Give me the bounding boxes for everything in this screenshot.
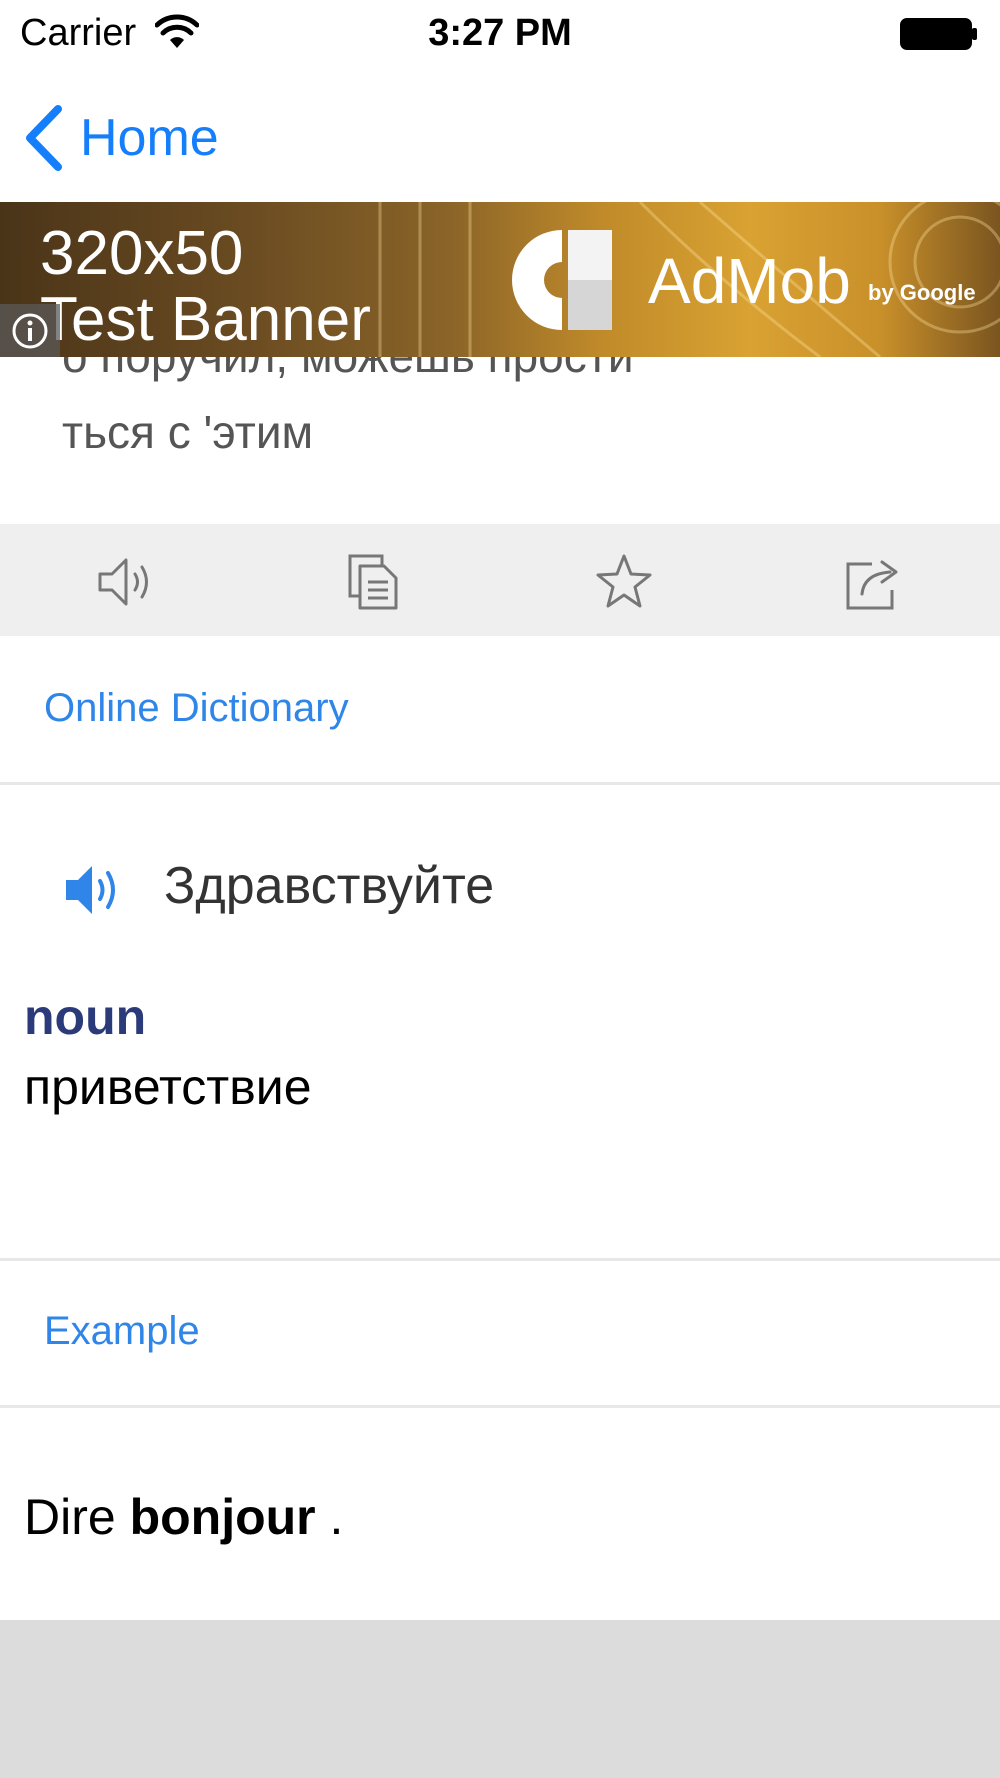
action-toolbar [0,524,1000,636]
footer-area [0,1620,1000,1778]
online-dictionary-header: Online Dictionary [0,636,1000,785]
chevron-left-icon [26,105,62,171]
navigation-bar: Home [0,70,1000,202]
copy-icon[interactable] [342,550,406,614]
pronounce-speaker-icon[interactable] [62,860,126,920]
admob-logo-icon [512,230,612,330]
example-prefix: Dire [24,1489,130,1545]
dictionary-word: Здравствуйте [164,857,495,915]
ad-size-label: 320x50 [40,219,244,288]
word-meaning: приветствие [24,1059,312,1115]
battery-icon [900,18,977,50]
speaker-icon[interactable] [94,550,158,614]
online-dictionary-title: Online Dictionary [44,686,349,730]
example-sentence: Dire bonjour . [24,1488,343,1546]
back-button[interactable]: Home [22,100,219,176]
ad-banner[interactable]: 320x50 Test Banner AdMob by Google [0,202,1000,357]
ad-info-button[interactable] [0,304,60,357]
example-highlight: bonjour [129,1489,316,1545]
back-button-label: Home [80,109,219,167]
info-icon [12,313,48,348]
status-bar: Carrier 3:27 PM [0,0,1000,70]
example-suffix: . [315,1489,344,1545]
ad-by-google-label: by Google [868,280,976,305]
translation-line: ться с 'этим [62,406,314,458]
example-header: Example [0,1258,1000,1408]
star-icon[interactable] [592,550,656,614]
part-of-speech: noun [24,989,147,1045]
share-icon[interactable] [842,550,906,614]
ad-brand-label: AdMob [648,245,851,317]
ad-title-label: Test Banner [40,285,371,354]
example-title: Example [44,1309,200,1353]
dictionary-word-row: Здравствуйте [0,840,1000,930]
status-time: 3:27 PM [428,12,572,54]
